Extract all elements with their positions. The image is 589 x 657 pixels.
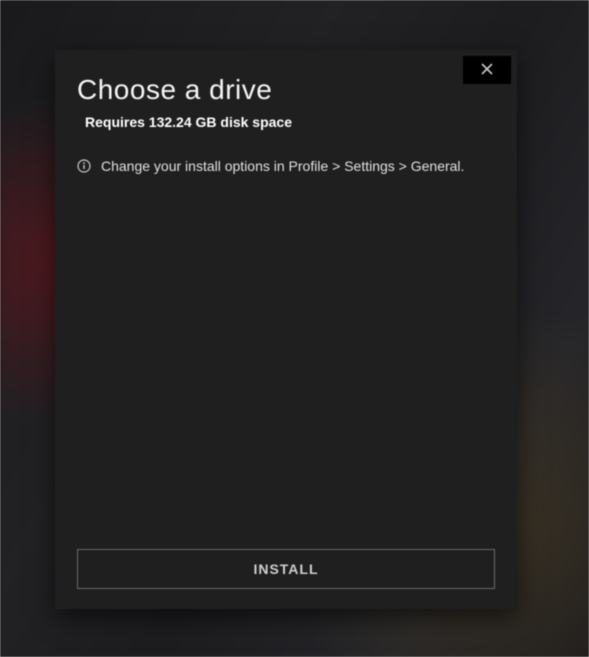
app-backdrop: Choose a drive Requires 132.24 GB disk s… (0, 0, 589, 657)
dialog-title: Choose a drive (77, 74, 495, 106)
info-text: Change your install options in Profile >… (101, 158, 464, 174)
install-button[interactable]: INSTALL (77, 549, 495, 589)
dialog-content: Choose a drive Requires 132.24 GB disk s… (55, 50, 517, 174)
info-icon (77, 159, 91, 173)
close-icon (481, 63, 493, 78)
choose-drive-dialog: Choose a drive Requires 132.24 GB disk s… (55, 50, 517, 609)
disk-space-requirement: Requires 132.24 GB disk space (85, 114, 495, 130)
info-row: Change your install options in Profile >… (77, 158, 495, 174)
close-button[interactable] (463, 56, 511, 84)
